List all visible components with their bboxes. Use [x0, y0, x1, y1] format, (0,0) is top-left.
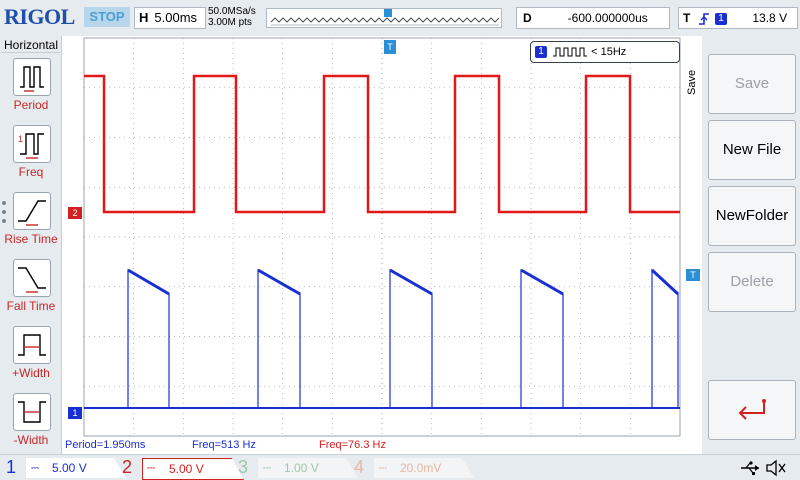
ch1-ground-marker[interactable]: 1: [68, 407, 82, 419]
delay-box[interactable]: D -600.000000us: [516, 7, 670, 29]
new-file-button[interactable]: New File: [708, 120, 796, 180]
rise-time-icon: [13, 192, 51, 230]
delay-label: D: [523, 11, 532, 25]
page-dots-icon[interactable]: [0, 198, 10, 228]
horizontal-label: H: [139, 10, 149, 25]
pos-width-icon: [13, 326, 51, 364]
measure-neg-width[interactable]: -Width: [2, 393, 60, 457]
ch3-coupling-icon: ⎓: [263, 463, 271, 474]
save-tab-label: Save: [686, 69, 698, 95]
timebase-value: 5.00ms: [154, 10, 198, 25]
memory-depth: 3.00M pts: [208, 17, 252, 28]
measurement-freq-ch2: Freq=76.3 Hz: [319, 439, 386, 451]
ch4-coupling-icon: ⎓: [379, 463, 387, 474]
graticule: [83, 37, 681, 437]
menu-title: Horizontal: [2, 38, 60, 53]
usb-icon: [741, 461, 759, 475]
svg-text:1: 1: [18, 134, 23, 144]
horizontal-timebase-box[interactable]: H 5.00ms: [134, 7, 206, 29]
measurement-results: Period=1.950ms Freq=513 Hz Freq=76.3 Hz: [62, 438, 702, 454]
return-arrow-icon: [738, 399, 766, 420]
pulse-train-icon: [553, 47, 588, 57]
top-status-bar: RIGOL STOP H 5.00ms 50.0MSa/s 3.00M pts D…: [0, 0, 800, 36]
speaker-muted-icon[interactable]: [764, 458, 788, 478]
acquisition-info: 50.0MSa/s 3.00M pts: [208, 6, 266, 28]
trigger-position-marker: [384, 9, 392, 17]
counter-channel-badge: 1: [535, 46, 547, 59]
counter-value: < 15Hz: [591, 46, 627, 58]
channel-2-status[interactable]: 2 5.00 V ⎓: [116, 457, 244, 480]
trigger-box[interactable]: T 1 13.8 V: [678, 7, 798, 29]
trigger-time-marker[interactable]: T: [384, 40, 396, 54]
channel-3-status[interactable]: 3 1.00 V ⎓: [232, 457, 358, 478]
memory-overview-bar[interactable]: [266, 8, 502, 28]
trigger-label: T: [683, 11, 691, 25]
channel-status-bar: 1 5.00 V ⎓ 2 5.00 V ⎓ 3 1.00 V ⎓ 4 20.0m…: [0, 454, 800, 480]
measurement-period: Period=1.950ms: [65, 439, 146, 451]
freq-icon: 1: [13, 125, 51, 163]
save-menu: Save New File NewFolder Delete: [702, 36, 800, 454]
return-button[interactable]: [708, 380, 796, 440]
measure-freq[interactable]: 1 Freq: [2, 125, 60, 189]
channel-4-status[interactable]: 4 20.0mV ⎓: [348, 457, 474, 478]
measure-rise-time[interactable]: Rise Time: [2, 192, 60, 256]
trigger-source-badge: 1: [715, 12, 728, 25]
measure-fall-time[interactable]: Fall Time: [2, 259, 60, 323]
frequency-counter: 1 < 15Hz: [530, 41, 680, 63]
channel-1-status[interactable]: 1 5.00 V ⎓: [0, 457, 126, 478]
run-stop-indicator[interactable]: STOP: [84, 7, 130, 27]
trigger-level-marker[interactable]: T: [686, 269, 700, 281]
ch2-coupling-icon: ⎓: [147, 463, 155, 474]
rising-edge-icon: [698, 13, 709, 25]
measure-pos-width[interactable]: +Width: [2, 326, 60, 390]
save-button[interactable]: Save: [708, 54, 796, 114]
waveform-grid: [83, 37, 681, 437]
measurement-freq-ch1: Freq=513 Hz: [192, 439, 256, 451]
fall-time-icon: [13, 259, 51, 297]
delay-value: -600.000000us: [567, 11, 648, 25]
new-folder-button[interactable]: NewFolder: [708, 186, 796, 246]
trigger-level: 13.8 V: [752, 11, 788, 25]
neg-width-icon: [13, 393, 51, 431]
waveform-display[interactable]: 2 1 T T 1 < 15Hz: [62, 36, 702, 438]
brand-logo: RIGOL: [4, 4, 75, 29]
period-icon: [13, 58, 51, 96]
ch2-ground-marker[interactable]: 2: [68, 207, 82, 219]
ch1-coupling-icon: ⎓: [31, 463, 39, 474]
measure-period[interactable]: Period: [2, 58, 60, 122]
memory-waveform-overview: [270, 9, 500, 26]
sample-rate: 50.0MSa/s: [208, 6, 256, 17]
delete-button[interactable]: Delete: [708, 252, 796, 312]
measure-menu: Horizontal Period 1 Freq Rise Time Fall …: [0, 36, 62, 454]
